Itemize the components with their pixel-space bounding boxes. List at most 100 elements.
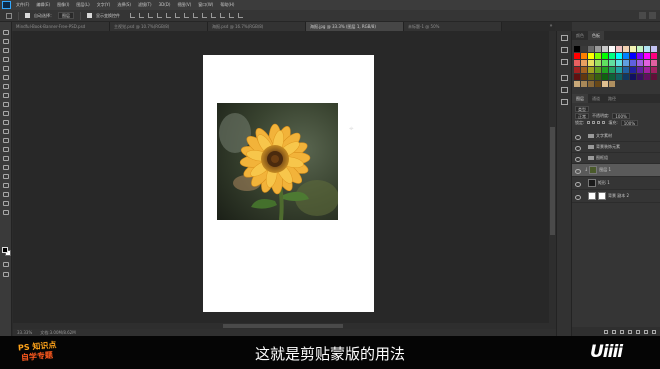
brush-panel-icon[interactable]	[561, 99, 568, 105]
menu-select[interactable]: 选择(S)	[117, 0, 131, 10]
hand-tool-icon[interactable]	[3, 192, 9, 197]
move-tool-icon[interactable]	[3, 30, 9, 35]
visibility-eye-icon[interactable]	[572, 131, 582, 142]
3d-mode-icon[interactable]	[238, 13, 243, 18]
menu-file[interactable]: 文件(F)	[16, 0, 29, 10]
layer-row-background[interactable]: 背景 副本 2	[572, 190, 660, 203]
tab-swatches[interactable]: 色板	[588, 31, 604, 40]
layer-filter-dropdown[interactable]: 类型	[575, 105, 589, 112]
align-top-icon[interactable]	[130, 13, 135, 18]
menu-3d[interactable]: 3D(D)	[159, 0, 171, 10]
blur-tool-icon[interactable]	[3, 138, 9, 143]
tab-paths[interactable]: 路径	[604, 94, 620, 103]
sunflower-photo[interactable]	[217, 103, 338, 220]
link-layers-icon[interactable]	[604, 329, 608, 334]
lock-all-icon[interactable]	[602, 121, 606, 124]
new-group-icon[interactable]	[636, 329, 640, 334]
screen-mode-icon[interactable]	[3, 272, 9, 277]
blend-mode-dropdown[interactable]: 正常	[575, 112, 589, 119]
distribute-left-icon[interactable]	[211, 13, 216, 18]
lasso-tool-icon[interactable]	[3, 48, 9, 53]
align-vcenter-icon[interactable]	[139, 13, 144, 18]
distribute-bottom-icon[interactable]	[202, 13, 207, 18]
align-right-icon[interactable]	[175, 13, 180, 18]
pen-tool-icon[interactable]	[3, 156, 9, 161]
menu-help[interactable]: 帮助(H)	[220, 0, 234, 10]
distribute-top-icon[interactable]	[184, 13, 189, 18]
tab-color[interactable]: 颜色	[572, 31, 588, 40]
eraser-tool-icon[interactable]	[3, 120, 9, 125]
layer-row-group-1[interactable]: 文字素材	[572, 131, 660, 142]
tab-document-4-active[interactable]: 海报.jpg @ 33.3% (图层 1, RGB/8)	[306, 22, 404, 31]
tab-channels[interactable]: 通道	[588, 94, 604, 103]
adjustment-layer-icon[interactable]	[628, 329, 632, 334]
align-left-icon[interactable]	[157, 13, 162, 18]
type-tool-icon[interactable]	[3, 165, 9, 170]
history-panel-icon[interactable]	[561, 35, 568, 41]
auto-select-dropdown[interactable]: 图层	[58, 12, 74, 19]
eyedropper-tool-icon[interactable]	[3, 75, 9, 80]
horizontal-scroll-thumb[interactable]	[223, 324, 343, 328]
align-bottom-icon[interactable]	[148, 13, 153, 18]
auto-select-checkbox[interactable]	[25, 13, 30, 18]
align-hcenter-icon[interactable]	[166, 13, 171, 18]
delete-layer-icon[interactable]	[652, 329, 656, 334]
lock-pixels-icon[interactable]	[587, 121, 591, 124]
layer-style-icon[interactable]	[612, 329, 616, 334]
document-canvas[interactable]	[203, 55, 374, 312]
tab-layers[interactable]: 图层	[572, 94, 588, 103]
search-icon[interactable]	[639, 12, 646, 19]
fill-field[interactable]: 100%	[620, 119, 639, 126]
vertical-scroll-thumb[interactable]	[550, 127, 555, 235]
tab-overflow-icon[interactable]: »	[547, 22, 555, 31]
vertical-scrollbar[interactable]	[549, 31, 556, 329]
visibility-eye-icon[interactable]	[572, 142, 582, 153]
menu-view[interactable]: 视图(V)	[177, 0, 191, 10]
crop-tool-icon[interactable]	[3, 66, 9, 71]
workspace-icon[interactable]	[649, 12, 656, 19]
move-tool-preset-icon[interactable]	[6, 12, 12, 19]
menu-edit[interactable]: 编辑(E)	[36, 0, 50, 10]
character-panel-icon[interactable]	[561, 75, 568, 81]
marquee-tool-icon[interactable]	[3, 39, 9, 44]
healing-brush-tool-icon[interactable]	[3, 84, 9, 89]
layer-row-shape[interactable]: 矩形 1	[572, 177, 660, 190]
show-transform-checkbox[interactable]	[87, 13, 92, 18]
opacity-field[interactable]: 100%	[612, 112, 630, 119]
tab-document-1[interactable]: Mindful-Book-Banner-Free-PSD.psd	[12, 22, 110, 31]
tab-document-2[interactable]: 主视觉.psd @ 10.7%(RGB/8)	[110, 22, 208, 31]
canvas-area[interactable]: ⌖	[13, 31, 556, 329]
adjustments-panel-icon[interactable]	[561, 59, 568, 65]
menu-image[interactable]: 图像(I)	[57, 0, 69, 10]
quick-mask-icon[interactable]	[3, 262, 9, 267]
lock-paint-icon[interactable]	[592, 121, 596, 124]
layer-row-group-3[interactable]: 图框组	[572, 153, 660, 164]
path-select-tool-icon[interactable]	[3, 174, 9, 179]
visibility-eye-icon[interactable]	[572, 153, 582, 164]
zoom-level[interactable]: 33.33%	[17, 330, 32, 335]
visibility-eye-icon[interactable]	[572, 178, 582, 189]
visibility-eye-icon[interactable]	[572, 165, 582, 176]
swatches-grid[interactable]	[574, 46, 658, 88]
dodge-tool-icon[interactable]	[3, 147, 9, 152]
tab-document-3[interactable]: 海报.psd @ 16.7%(RGB/8)	[208, 22, 306, 31]
distribute-hcenter-icon[interactable]	[220, 13, 225, 18]
zoom-tool-icon[interactable]	[3, 201, 9, 206]
foreground-color-swatch[interactable]	[2, 247, 8, 253]
brush-tool-icon[interactable]	[3, 93, 9, 98]
menu-type[interactable]: 文字(Y)	[97, 0, 111, 10]
properties-panel-icon[interactable]	[561, 47, 568, 53]
lock-position-icon[interactable]	[597, 121, 601, 124]
rectangle-tool-icon[interactable]	[3, 183, 9, 188]
history-brush-tool-icon[interactable]	[3, 111, 9, 116]
distribute-right-icon[interactable]	[229, 13, 234, 18]
menu-window[interactable]: 窗口(W)	[198, 0, 213, 10]
add-mask-icon[interactable]	[620, 329, 624, 334]
menu-filter[interactable]: 滤镜(T)	[138, 0, 152, 10]
more-tools-icon[interactable]	[3, 210, 9, 215]
gradient-tool-icon[interactable]	[3, 129, 9, 134]
paragraph-panel-icon[interactable]	[561, 87, 568, 93]
new-layer-icon[interactable]	[644, 329, 648, 334]
tab-document-5[interactable]: 未标题-1 @ 50%	[404, 22, 502, 31]
layer-row-photo-selected[interactable]: ↓ 图层 1	[572, 164, 660, 177]
